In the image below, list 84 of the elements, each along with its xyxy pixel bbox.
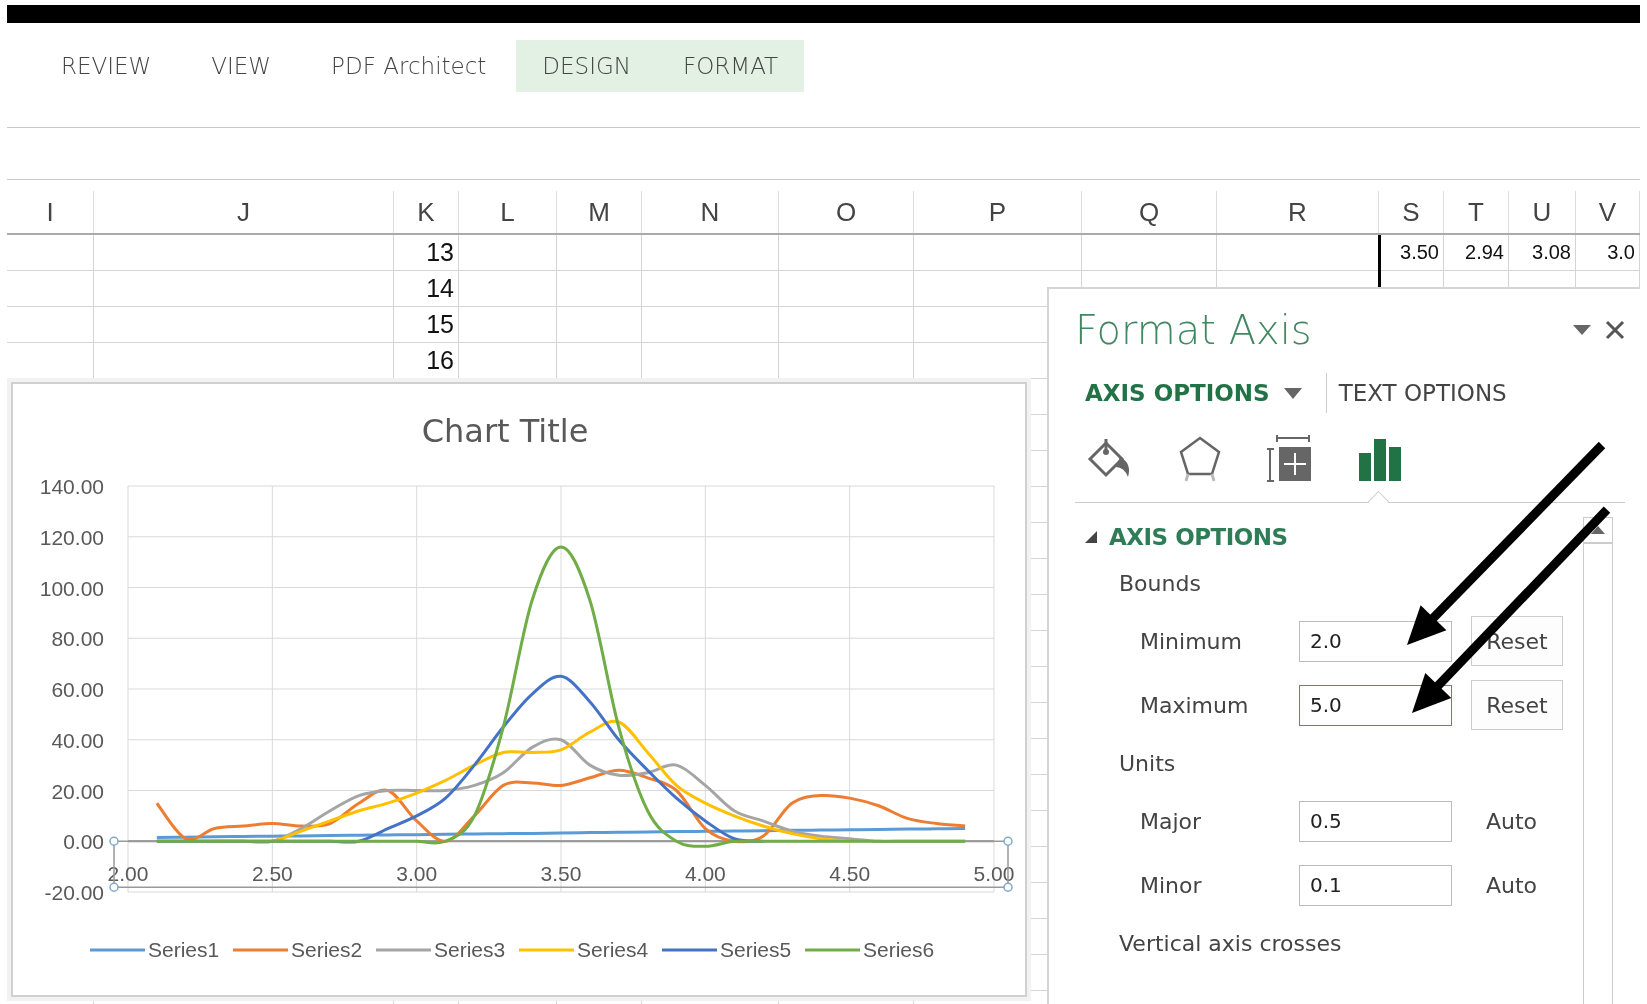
x-axis-label: 3.50 xyxy=(540,862,582,886)
ribbon-tab[interactable]: FORMAT xyxy=(657,40,805,92)
legend-label: Series2 xyxy=(291,938,363,961)
table-cell: 3.08 xyxy=(1532,241,1571,264)
size-properties-icon xyxy=(1267,435,1313,483)
column-header[interactable]: O xyxy=(779,191,914,233)
scrollbar[interactable] xyxy=(1583,517,1613,1004)
reset-button[interactable]: Reset xyxy=(1471,680,1563,730)
field-label: Maximum xyxy=(1140,692,1250,718)
legend-label: Series4 xyxy=(577,938,649,961)
table-cell: 3.0 xyxy=(1607,241,1635,264)
auto-label: Auto xyxy=(1486,872,1538,898)
legend-label: Series1 xyxy=(148,938,220,961)
table-cell: 15 xyxy=(426,310,454,339)
column-header[interactable]: V xyxy=(1576,191,1640,233)
y-axis-label: 0.00 xyxy=(63,830,104,854)
close-icon[interactable] xyxy=(1605,320,1625,340)
legend-label: Series3 xyxy=(434,938,506,961)
axis-selection-frame[interactable] xyxy=(109,836,1013,892)
y-axis-label: 100.00 xyxy=(39,576,104,600)
legend-entry: Series6 xyxy=(805,938,935,961)
dropdown-caret-icon[interactable] xyxy=(1573,325,1591,335)
input-field[interactable]: 2.0 xyxy=(1299,620,1452,662)
y-axis-label: 60.00 xyxy=(51,678,104,701)
bar-chart-icon xyxy=(1358,437,1402,481)
auto-label: Auto xyxy=(1486,808,1538,834)
group-heading: Bounds xyxy=(1118,569,1202,598)
pane-tab[interactable]: AXIS OPTIONS xyxy=(1075,373,1314,413)
input-field[interactable]: 5.0 xyxy=(1299,684,1452,726)
x-axis-label: 2.50 xyxy=(251,862,293,886)
x-axis-label: 3.00 xyxy=(396,862,438,886)
group-heading: Vertical axis crosses xyxy=(1118,929,1343,958)
legend-entry: Series2 xyxy=(233,938,363,961)
legend-entry: Series4 xyxy=(519,938,649,961)
legend-entry: Series1 xyxy=(90,938,220,961)
y-axis-label: 140.00 xyxy=(39,475,104,498)
field-label: Minimum xyxy=(1140,628,1243,654)
column-header[interactable]: T xyxy=(1444,191,1509,233)
ribbon-tab[interactable]: DESIGN xyxy=(516,40,657,92)
x-axis-label: 5.00 xyxy=(973,862,1015,886)
column-header[interactable]: S xyxy=(1379,191,1444,233)
column-header[interactable]: K xyxy=(394,191,459,233)
ribbon-tab[interactable]: VIEW xyxy=(181,40,302,92)
column-header[interactable]: P xyxy=(914,191,1082,233)
y-axis-label: 40.00 xyxy=(51,728,104,752)
field-label: Minor xyxy=(1140,872,1203,898)
column-header[interactable]: J xyxy=(94,191,394,233)
column-header[interactable]: I xyxy=(7,191,94,233)
table-cell: 14 xyxy=(426,274,454,303)
table-cell: 16 xyxy=(426,346,454,375)
input-field[interactable]: 0.5 xyxy=(1299,800,1452,842)
y-axis-label: 20.00 xyxy=(51,779,104,803)
x-axis-label: 4.50 xyxy=(829,862,871,886)
column-header[interactable]: M xyxy=(557,191,642,233)
pentagon-icon xyxy=(1178,435,1222,483)
group-heading: Units xyxy=(1118,749,1177,778)
chart-title: Chart Title xyxy=(421,412,589,450)
legend-entry: Series5 xyxy=(662,938,792,961)
table-cell: 3.50 xyxy=(1400,241,1439,264)
legend-entry: Series3 xyxy=(376,938,506,961)
section-header[interactable]: AXIS OPTIONS xyxy=(1085,517,1583,557)
y-axis-label: 80.00 xyxy=(51,627,104,651)
legend-label: Series5 xyxy=(720,938,792,961)
pane-title: Format Axis xyxy=(1075,307,1312,353)
ribbon-tab[interactable]: PDF Architect xyxy=(301,40,517,92)
column-header[interactable]: U xyxy=(1509,191,1576,233)
legend-label: Series6 xyxy=(863,938,935,961)
y-axis-label: 120.00 xyxy=(39,525,104,549)
x-axis-label: 4.00 xyxy=(684,862,726,886)
scroll-up-icon[interactable] xyxy=(1591,526,1605,534)
input-field[interactable]: 0.1 xyxy=(1299,864,1452,906)
pane-tab[interactable]: TEXT OPTIONS xyxy=(1325,373,1519,413)
caret-icon xyxy=(1283,387,1302,399)
column-header[interactable]: L xyxy=(459,191,557,233)
table-cell: 13 xyxy=(426,238,454,267)
field-label: Major xyxy=(1140,808,1203,834)
y-axis-label: -20.00 xyxy=(44,881,104,904)
column-header[interactable]: N xyxy=(642,191,779,233)
column-header[interactable]: R xyxy=(1217,191,1379,233)
x-axis-label: 2.00 xyxy=(107,862,149,886)
expand-triangle-icon xyxy=(1085,531,1097,543)
table-cell: 2.94 xyxy=(1465,241,1504,264)
column-header[interactable]: Q xyxy=(1082,191,1217,233)
ribbon-tab[interactable]: REVIEW xyxy=(47,40,182,92)
